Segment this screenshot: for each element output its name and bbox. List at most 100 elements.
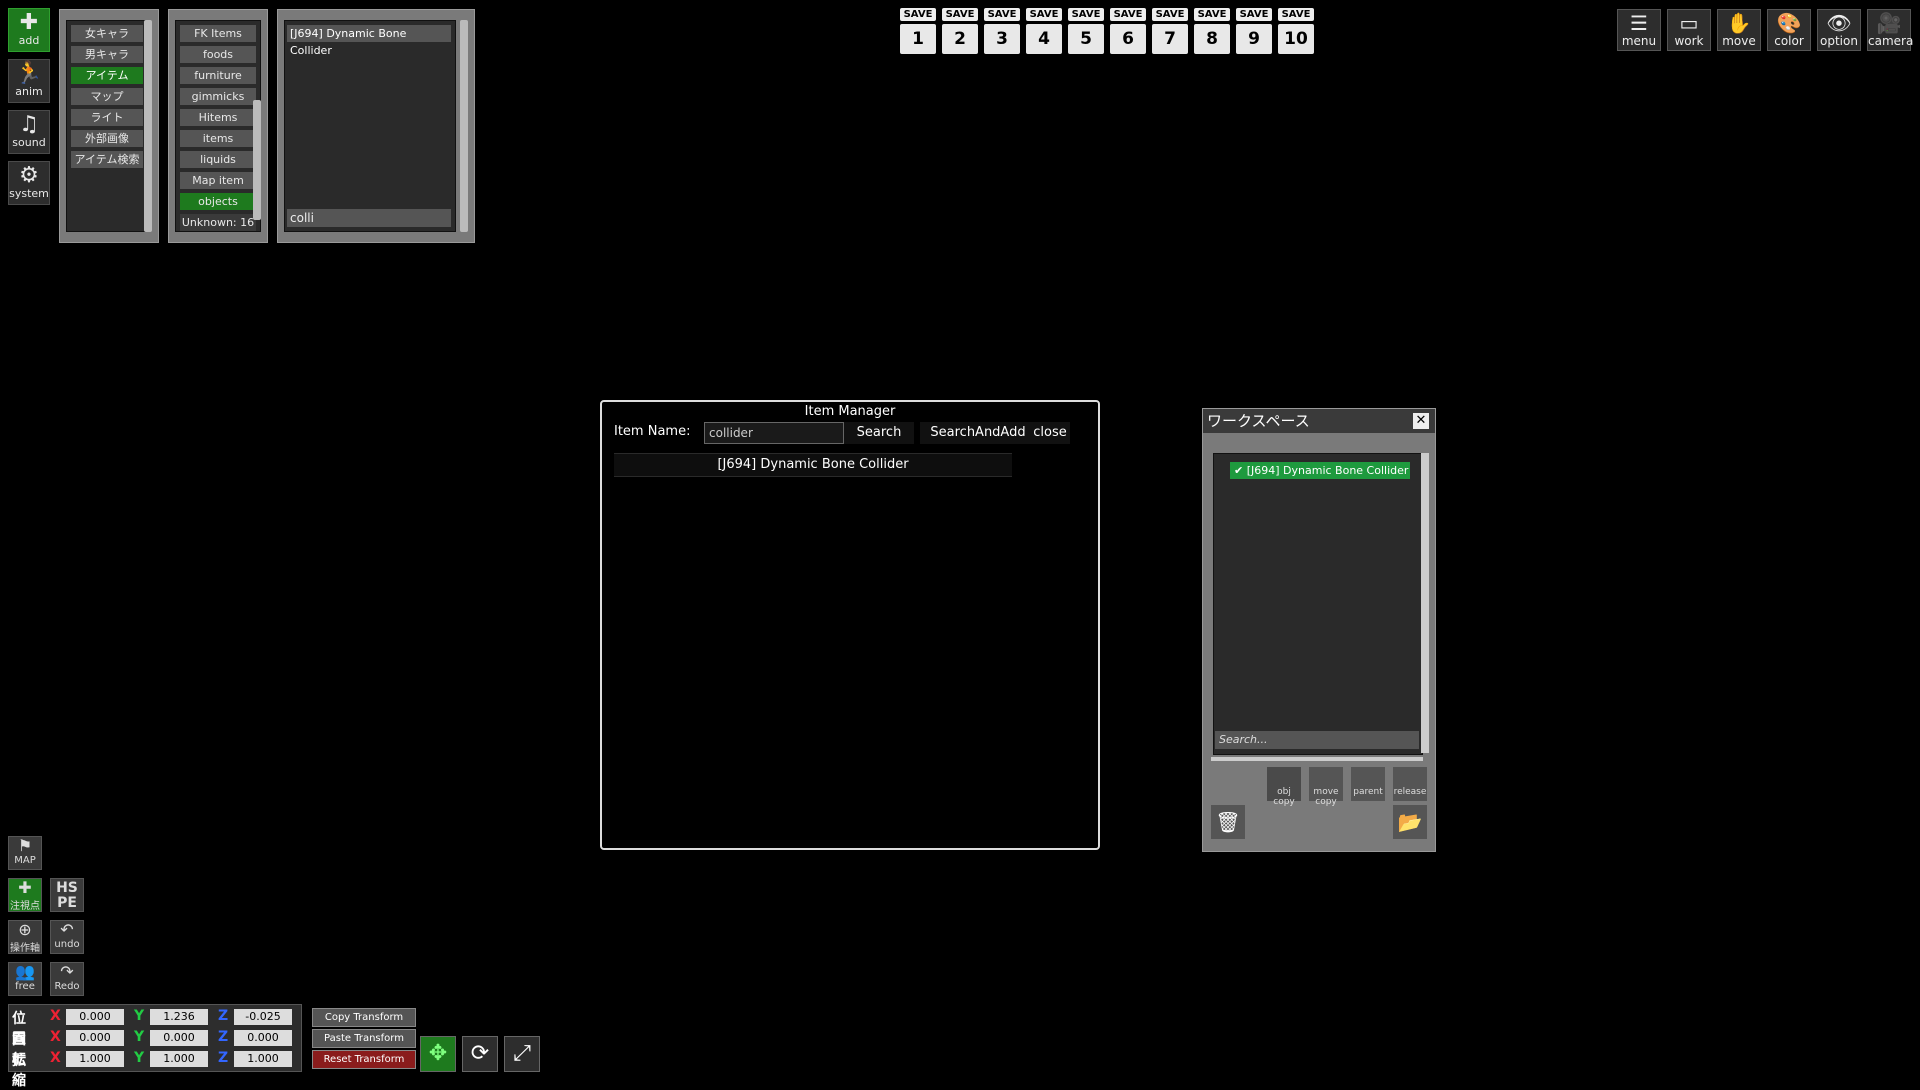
result-row[interactable]: [J694] Dynamic Bone Collider xyxy=(614,453,1012,477)
undo-icon: ↶ xyxy=(60,920,74,939)
search-button[interactable]: Search xyxy=(844,422,914,444)
rotate-gizmo-icon[interactable]: ⟳ xyxy=(462,1036,498,1072)
add-tool-button[interactable]: ✚ add xyxy=(8,8,50,52)
category-item[interactable]: マップ xyxy=(71,88,143,105)
transform-x-field[interactable]: 0.000 xyxy=(66,1009,124,1025)
save-slot-3[interactable]: SAVE 3 xyxy=(984,8,1020,54)
add-tool-icon: ✚ xyxy=(19,10,39,35)
subcategory-item[interactable]: Unknown: 16 xyxy=(180,214,256,231)
subcategory-item[interactable]: Hitems xyxy=(180,109,256,126)
hspe-button[interactable]: HS PE xyxy=(50,878,84,912)
save-slot-1[interactable]: SAVE 1 xyxy=(900,8,936,54)
save-slot-5[interactable]: SAVE 5 xyxy=(1068,8,1104,54)
workspace-entry[interactable]: ✔ [J694] Dynamic Bone Collider xyxy=(1230,462,1410,479)
close-button[interactable]: close xyxy=(1030,422,1070,444)
category-item[interactable]: 女キャラ xyxy=(71,25,143,42)
scale-gizmo-icon[interactable]: ⤢ xyxy=(504,1036,540,1072)
anim-tool-icon: 🏃 xyxy=(15,61,43,86)
axis-button[interactable]: ⊕ 操作軸 xyxy=(8,920,42,954)
move-tool-button[interactable]: ✋ move xyxy=(1717,9,1761,51)
axis-y-label: Y xyxy=(134,1029,145,1045)
save-label: SAVE xyxy=(1152,8,1188,21)
clapperboard-icon: 3 xyxy=(984,24,1020,54)
workspace-hscroll[interactable] xyxy=(1211,757,1423,761)
save-label: SAVE xyxy=(984,8,1020,21)
focus-point-button[interactable]: ✚ 注視点 xyxy=(8,878,42,912)
move-copy-button[interactable]: move copy xyxy=(1309,767,1343,807)
anim-tool-button[interactable]: 🏃 anim xyxy=(8,59,50,103)
save-slot-4[interactable]: SAVE 4 xyxy=(1026,8,1062,54)
category-item[interactable]: 外部画像 xyxy=(71,130,143,147)
camera-tool-button[interactable]: 🎥 camera xyxy=(1867,9,1913,51)
map-button[interactable]: ⚑ MAP xyxy=(8,836,42,870)
transform-y-field[interactable]: 0.000 xyxy=(150,1030,208,1046)
subcategory-item[interactable]: furniture xyxy=(180,67,256,84)
folder-icon[interactable]: 📂 xyxy=(1393,805,1427,839)
axis-z-label: Z xyxy=(218,1029,229,1045)
redo-button[interactable]: ↷ Redo xyxy=(50,962,84,996)
work-tool-icon: ▭ xyxy=(1679,11,1699,35)
undo-button[interactable]: ↶ undo xyxy=(50,920,84,954)
reset-transform-button[interactable]: Reset Transform xyxy=(312,1050,416,1069)
clapperboard-icon: 10 xyxy=(1278,24,1314,54)
clapperboard-icon: 2 xyxy=(942,24,978,54)
item-list-scrollbar[interactable] xyxy=(460,20,468,232)
release-button[interactable]: release xyxy=(1393,767,1427,801)
close-icon[interactable]: ✕ xyxy=(1413,413,1429,429)
axis-label: 操作軸 xyxy=(10,943,40,954)
obj-copy-button[interactable]: obj copy xyxy=(1267,767,1301,807)
transform-z-field[interactable]: 0.000 xyxy=(234,1030,292,1046)
item-manager-title: Item Manager xyxy=(804,404,896,419)
parent-button[interactable]: parent xyxy=(1351,767,1385,801)
subcategory-item[interactable]: liquids xyxy=(180,151,256,168)
transform-z-field[interactable]: 1.000 xyxy=(234,1051,292,1067)
search-and-add-button[interactable]: SearchAndAdd xyxy=(920,422,1036,444)
category-item[interactable]: 男キャラ xyxy=(71,46,143,63)
move-gizmo-icon[interactable]: ✥ xyxy=(420,1036,456,1072)
category-item[interactable]: アイテム検索 xyxy=(71,151,143,168)
subcategory-item[interactable]: foods xyxy=(180,46,256,63)
menu-tool-button[interactable]: ☰ menu xyxy=(1617,9,1661,51)
subcategory-item[interactable]: gimmicks xyxy=(180,88,256,105)
transform-x-field[interactable]: 0.000 xyxy=(66,1030,124,1046)
item-manager-window: Item Manager Item Name: Search SearchAnd… xyxy=(600,400,1100,850)
category-scrollbar[interactable] xyxy=(144,20,152,232)
workspace-list: ✔ [J694] Dynamic Bone Collider xyxy=(1213,453,1423,755)
system-tool-button[interactable]: ⚙ system xyxy=(8,161,50,205)
delete-icon[interactable]: 🗑 xyxy=(1211,805,1245,839)
save-slot-6[interactable]: SAVE 6 xyxy=(1110,8,1146,54)
item-list-entry[interactable]: [J694] Dynamic Bone Collider xyxy=(287,25,451,57)
save-slot-2[interactable]: SAVE 2 xyxy=(942,8,978,54)
workspace-scrollbar[interactable] xyxy=(1421,453,1429,753)
copy-transform-button[interactable]: Copy Transform xyxy=(312,1008,416,1027)
save-slot-8[interactable]: SAVE 8 xyxy=(1194,8,1230,54)
subcategory-item[interactable]: FK Items xyxy=(180,25,256,42)
item-name-input[interactable] xyxy=(704,422,844,444)
color-tool-button[interactable]: 🎨 color xyxy=(1767,9,1811,51)
option-tool-button[interactable]: 👁 option xyxy=(1817,9,1861,51)
sound-tool-button[interactable]: ♫ sound xyxy=(8,110,50,154)
transform-y-field[interactable]: 1.236 xyxy=(150,1009,208,1025)
paste-transform-button[interactable]: Paste Transform xyxy=(312,1029,416,1048)
anim-tool-label: anim xyxy=(15,85,43,98)
category-panel: 女キャラ男キャラアイテムマップライト外部画像アイテム検索 xyxy=(59,9,159,243)
save-slot-7[interactable]: SAVE 7 xyxy=(1152,8,1188,54)
work-tool-button[interactable]: ▭ work xyxy=(1667,9,1711,51)
save-slot-10[interactable]: SAVE 10 xyxy=(1278,8,1314,54)
subcategory-item[interactable]: objects xyxy=(180,193,256,210)
subcategory-scrollbar[interactable] xyxy=(253,100,261,220)
map-icon: ⚑ xyxy=(17,836,33,855)
subcategory-panel: FK Items foods furniture gimmicks Hitems item… xyxy=(168,9,268,243)
free-button[interactable]: 👥 free xyxy=(8,962,42,996)
workspace-search-input[interactable]: Search... xyxy=(1215,731,1419,749)
workspace-title: ワークスペース xyxy=(1203,409,1435,433)
transform-z-field[interactable]: -0.025 xyxy=(234,1009,292,1025)
item-filter-input[interactable]: colli xyxy=(287,209,451,227)
transform-x-field[interactable]: 1.000 xyxy=(66,1051,124,1067)
category-item[interactable]: ライト xyxy=(71,109,143,126)
subcategory-item[interactable]: Map item xyxy=(180,172,256,189)
category-item[interactable]: アイテム xyxy=(71,67,143,84)
transform-y-field[interactable]: 1.000 xyxy=(150,1051,208,1067)
subcategory-item[interactable]: items xyxy=(180,130,256,147)
save-slot-9[interactable]: SAVE 9 xyxy=(1236,8,1272,54)
